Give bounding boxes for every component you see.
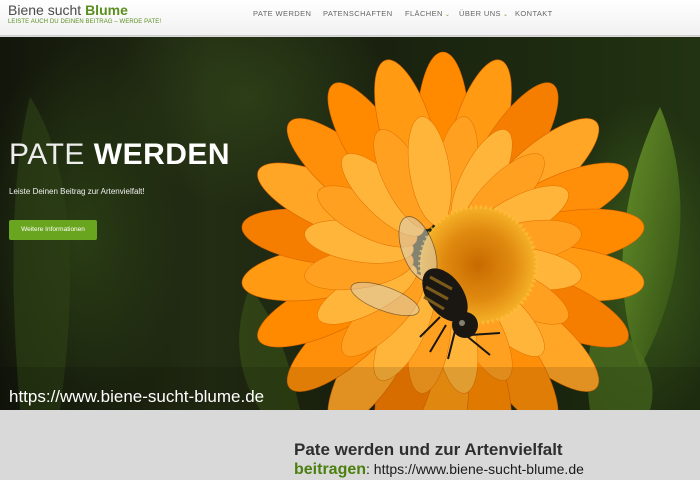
brand-tagline: LEISTE AUCH DU DEINEN BEITRAG – WERDE PA… xyxy=(8,19,162,25)
chevron-down-icon: ⌄ xyxy=(502,12,509,18)
nav-item-kontakt[interactable]: KONTAKT xyxy=(515,9,553,18)
chevron-down-icon: ⌄ xyxy=(444,12,451,18)
brand-accent: Blume xyxy=(85,2,128,18)
nav-item-ueber-uns[interactable]: ÜBER UNS ⌄ xyxy=(459,9,508,18)
hero-title: PATE WERDEN xyxy=(9,138,231,171)
nav-item-pate-werden[interactable]: PATE WERDEN xyxy=(253,9,311,18)
brand-name: Biene sucht Blume xyxy=(8,2,128,18)
watermark-url: https://www.biene-sucht-blume.de xyxy=(9,387,265,406)
site-logo[interactable]: Biene sucht Blume LEISTE AUCH DU DEINEN … xyxy=(8,2,161,25)
caption-url: : https://www.biene-sucht-blume.de xyxy=(366,461,584,477)
caption-highlight: beitragen xyxy=(294,461,367,478)
image-caption: Pate werden und zur Artenvielfalt beitra… xyxy=(294,440,584,479)
nav-item-patenschaften[interactable]: PATENSCHAFTEN xyxy=(323,9,393,18)
caption-line-1: Pate werden und zur Artenvielfalt xyxy=(294,440,563,459)
more-info-button[interactable]: Weitere Informationen xyxy=(9,220,97,240)
nav-item-flaechen[interactable]: FLÄCHEN ⌄ xyxy=(405,9,450,18)
hero-banner: PATE WERDEN Leiste Deinen Beitrag zur Ar… xyxy=(0,37,700,410)
caption-line-2: beitragen: https://www.biene-sucht-blume… xyxy=(294,460,584,479)
site-header: Biene sucht Blume LEISTE AUCH DU DEINEN … xyxy=(0,0,700,36)
hero-flower-bee-image xyxy=(0,51,700,410)
hero-subtitle: Leiste Deinen Beitrag zur Artenvielfalt! xyxy=(9,187,145,196)
